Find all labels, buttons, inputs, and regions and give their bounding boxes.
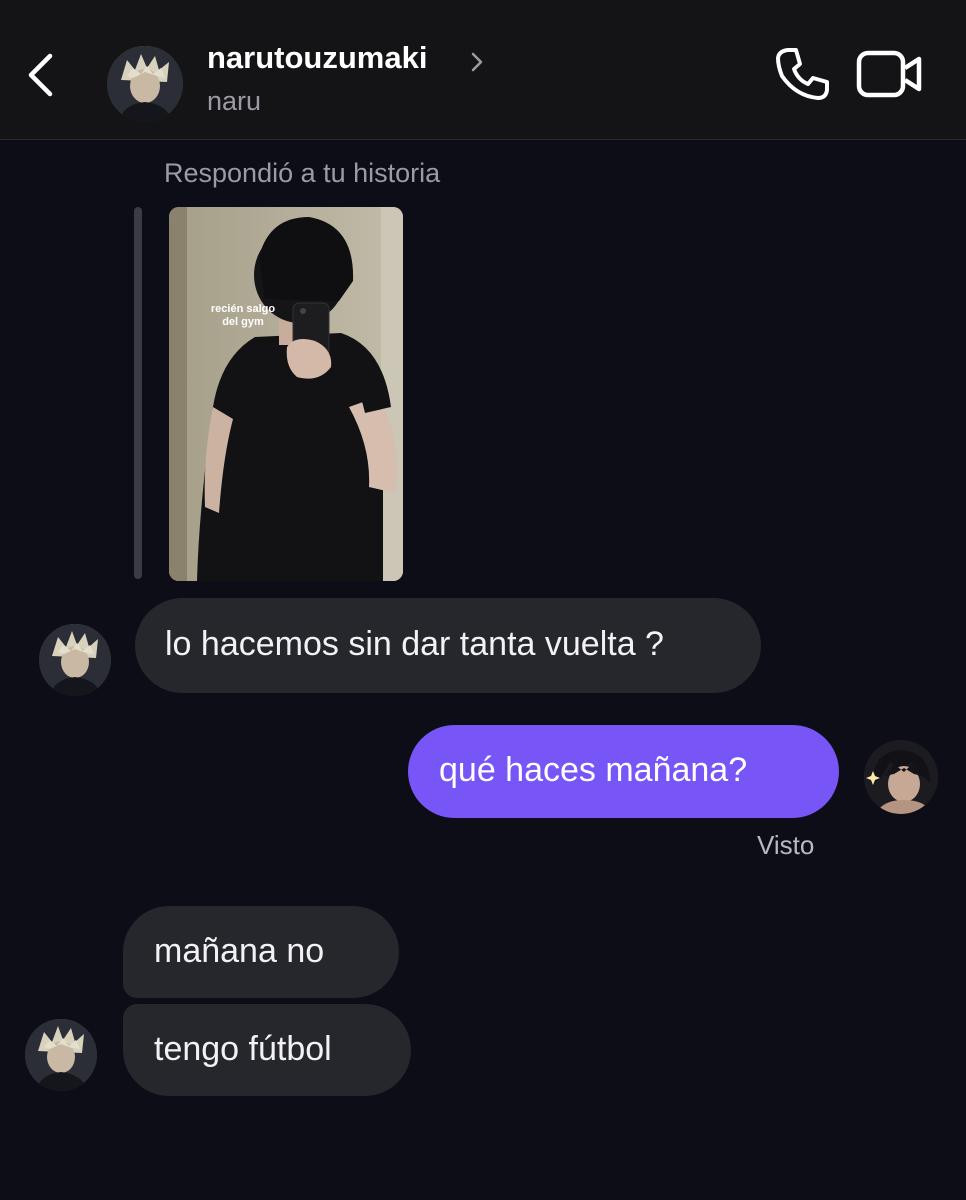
anime-portrait-image <box>39 624 111 696</box>
reply-indicator-bar <box>134 207 142 579</box>
incoming-message-bubble[interactable]: lo hacemos sin dar tanta vuelta ? <box>135 598 761 693</box>
chevron-left-icon <box>28 53 53 97</box>
incoming-message-bubble[interactable]: mañana no <box>123 906 399 998</box>
voice-call-button[interactable] <box>770 42 834 106</box>
anime-portrait-image <box>864 740 938 814</box>
contact-avatar[interactable] <box>107 46 183 122</box>
story-thumbnail[interactable]: recién salgo del gym <box>169 207 403 581</box>
video-call-button[interactable] <box>854 44 926 104</box>
story-photo <box>169 207 403 581</box>
video-camera-icon <box>856 50 922 98</box>
back-button[interactable] <box>18 44 66 104</box>
seen-status: Visto <box>757 830 815 860</box>
contact-avatar-small[interactable] <box>39 624 111 696</box>
dm-conversation-screen: narutouzumaki naru Respondió a tu histor… <box>0 0 966 1200</box>
chevron-right-icon[interactable] <box>466 47 488 77</box>
story-caption: recién salgo del gym <box>210 303 276 328</box>
story-reply-label: Respondió a tu historia <box>164 158 441 188</box>
chat-header: narutouzumaki naru <box>0 0 966 140</box>
incoming-message-bubble[interactable]: tengo fútbol <box>123 1004 411 1096</box>
phone-icon <box>776 48 829 100</box>
contact-avatar-small[interactable] <box>25 1019 97 1091</box>
my-avatar[interactable] <box>864 740 938 814</box>
anime-portrait-image <box>25 1019 97 1091</box>
contact-display-name: naru <box>207 86 262 116</box>
anime-portrait-image <box>107 46 183 122</box>
outgoing-message-bubble[interactable]: qué haces mañana? <box>408 725 839 818</box>
contact-username[interactable]: narutouzumaki <box>207 40 427 76</box>
